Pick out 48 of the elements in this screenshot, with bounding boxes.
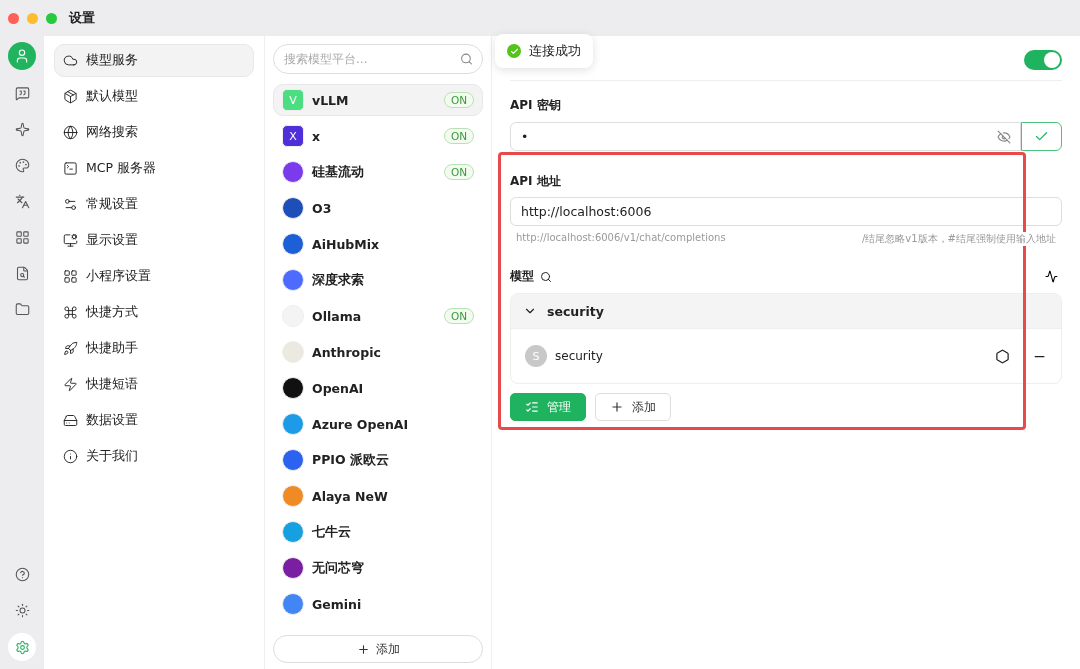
provider-item[interactable]: PPIO 派欧云 — [273, 444, 483, 476]
provider-item[interactable]: 无问芯穹 — [273, 552, 483, 584]
field-label: API 密钥 — [510, 97, 562, 114]
provider-item[interactable]: 深度求索 — [273, 264, 483, 296]
api-key-field[interactable]: • — [510, 122, 1021, 151]
provider-item[interactable]: 七牛云 — [273, 516, 483, 548]
provider-item[interactable]: AiHubMix — [273, 228, 483, 260]
settings-nav-item[interactable]: 网络搜索 — [54, 116, 254, 149]
provider-item[interactable]: V vLLM ON — [273, 84, 483, 116]
hint-text: /结尾忽略v1版本，#结尾强制使用输入地址 — [861, 232, 1056, 246]
settings-nav-item[interactable]: MCP 服务器 — [54, 152, 254, 185]
settings-nav-item[interactable]: 默认模型 — [54, 80, 254, 113]
field-label: 模型 — [510, 268, 534, 285]
api-address-field[interactable]: http://localhost:6006 — [510, 197, 1062, 226]
model-name: security — [555, 349, 604, 363]
search-field[interactable]: 搜索模型平台... — [273, 44, 483, 74]
status-badge: ON — [443, 164, 474, 180]
settings-nav-item[interactable]: 小程序设置 — [54, 260, 254, 293]
provider-item[interactable]: Azure OpenAI — [273, 408, 483, 440]
provider-item[interactable]: OpenAI — [273, 372, 483, 404]
window-title: 设置 — [69, 9, 95, 27]
add-provider-button[interactable]: 添加 — [273, 635, 483, 663]
field-label: API 地址 — [510, 173, 562, 190]
toast-message: 连接成功 — [529, 42, 581, 60]
group-header[interactable]: security — [511, 294, 1061, 329]
group-name: security — [547, 303, 604, 319]
settings-nav-item[interactable]: 关于我们 — [54, 440, 254, 473]
settings-nav-item[interactable]: 数据设置 — [54, 404, 254, 437]
status-badge: ON — [443, 128, 474, 144]
provider-item[interactable]: Ollama ON — [273, 300, 483, 332]
provider-item[interactable]: O3 — [273, 192, 483, 224]
status-badge: ON — [443, 308, 474, 324]
status-badge: ON — [443, 92, 474, 108]
url-preview: http://localhost:6006/v1/chat/completions — [516, 232, 726, 246]
provider-item[interactable]: X x ON — [273, 120, 483, 152]
settings-nav-item[interactable]: 模型服务 — [54, 44, 254, 77]
provider-item[interactable]: 硅基流动 ON — [273, 156, 483, 188]
provider-item[interactable]: Gemini — [273, 588, 483, 620]
provider-item[interactable]: Alaya NeW — [273, 480, 483, 512]
settings-nav-item[interactable]: 快捷短语 — [54, 368, 254, 401]
provider-logo: X — [282, 125, 304, 147]
settings-nav-item[interactable]: 快捷助手 — [54, 332, 254, 365]
provider-item[interactable]: Anthropic — [273, 336, 483, 368]
settings-nav-item[interactable]: 显示设置 — [54, 224, 254, 257]
add-button[interactable]: 添加 — [595, 393, 671, 421]
settings-nav-item[interactable]: 常规设置 — [54, 188, 254, 221]
settings-nav-item[interactable]: 快捷方式 — [54, 296, 254, 329]
provider-logo: V — [282, 89, 304, 111]
